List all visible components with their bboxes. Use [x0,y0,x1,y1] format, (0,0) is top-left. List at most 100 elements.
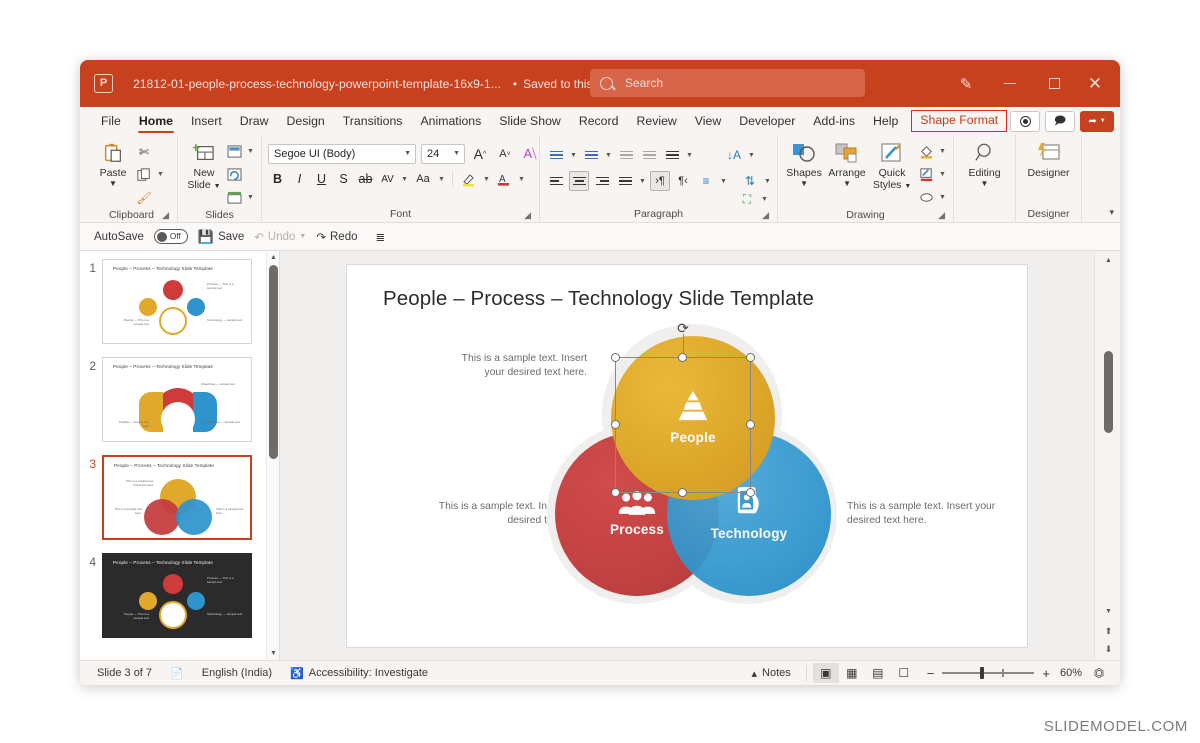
chevron-down-icon[interactable]: ▼ [719,178,728,185]
next-slide-button[interactable]: ⬇ [1102,642,1115,656]
zoom-level[interactable]: 60% [1060,667,1082,679]
ltr-text-direction-icon[interactable]: ¶‹ [673,171,693,191]
zoom-slider-knob[interactable] [980,667,984,679]
increase-indent-icon[interactable] [639,145,659,165]
accessibility-button[interactable]: ♿ Accessibility: Investigate [281,667,437,680]
thumbnail-slide-2[interactable]: 2 People – Process – Technology Slide Te… [80,357,266,442]
slide-canvas-area[interactable]: People – Process – Technology Slide Temp… [280,251,1094,660]
thumbnail-slide-4[interactable]: 4 People – Process – Technology Slide Te… [80,553,266,638]
tab-shape-format[interactable]: Shape Format [911,110,1007,132]
tab-animations[interactable]: Animations [411,107,490,135]
tab-add-ins[interactable]: Add-ins [804,107,864,135]
editing-button[interactable]: Editing ▼ [960,139,1009,188]
zoom-slider[interactable] [942,672,1034,674]
rotate-icon[interactable]: ⟳ [677,320,689,337]
tab-home[interactable]: Home [130,107,182,135]
scrollbar-thumb[interactable] [1104,351,1113,433]
scroll-up-arrow[interactable]: ▲ [1102,253,1115,267]
tab-view[interactable]: View [686,107,730,135]
chevron-down-icon[interactable]: ▼ [156,171,165,178]
dialog-launcher-drawing[interactable]: ◢ [938,208,945,222]
chevron-down-icon[interactable]: ▼ [763,178,772,185]
selection-handle-middle-right[interactable] [746,420,755,429]
bold-button[interactable]: B [268,172,287,186]
section-icon[interactable] [224,188,244,208]
shape-outline-icon[interactable] [916,165,936,185]
thumbnail-slide-1[interactable]: 1 People – Process – Technology Slide Te… [80,259,266,344]
tab-draw[interactable]: Draw [231,107,278,135]
thumbnail-slide-3[interactable]: 3 People – Process – Technology Slide Te… [80,455,266,540]
thumbnail-preview[interactable]: People – Process – Technology Slide Temp… [102,455,252,540]
more-commands-icon[interactable]: ≣ [376,230,386,244]
slide-count[interactable]: Slide 3 of 7 [88,667,161,679]
tab-design[interactable]: Design [277,107,333,135]
undo-button[interactable]: ↶ Undo ▼ [254,230,306,244]
align-text-icon[interactable]: ⇅ [740,171,760,191]
chevron-down-icon[interactable]: ▼ [747,152,756,159]
increase-font-size-button[interactable]: A^ [470,144,490,164]
tab-file[interactable]: File [92,107,130,135]
reset-icon[interactable] [224,165,244,185]
search-box[interactable]: Search [590,69,865,97]
record-button[interactable] [1010,111,1040,132]
chevron-down-icon[interactable]: ▼ [517,176,526,183]
close-button[interactable]: ✕ [1076,60,1120,107]
clear-formatting-icon[interactable]: A⧹ [520,144,540,164]
new-slide-button[interactable]: New Slide ▼ [184,139,224,193]
canvas-scrollbar[interactable]: ▲ ▼ ⬆ ⬇ [1094,251,1120,660]
redo-button[interactable]: ↷ Redo [316,230,357,244]
convert-to-smartart-icon[interactable]: ⛶ [737,189,757,209]
tab-developer[interactable]: Developer [730,107,804,135]
chevron-down-icon[interactable]: ▼ [400,176,409,183]
text-shadow-button[interactable]: S [334,172,353,186]
chevron-down-icon[interactable]: ▼ [685,152,694,159]
previous-slide-button[interactable]: ⬆ [1102,624,1115,638]
justify-icon[interactable] [615,171,635,191]
selection-handle-bottom-right[interactable] [746,488,755,497]
chevron-down-icon[interactable]: ▼ [760,196,769,203]
copy-icon[interactable] [134,165,154,185]
dialog-launcher-clipboard[interactable]: ◢ [162,208,169,222]
italic-button[interactable]: I [290,172,309,186]
reading-view-icon[interactable]: ▤ [865,663,891,683]
thumbnail-pane-scrollbar[interactable]: ▲ ▼ [266,251,279,660]
chevron-down-icon[interactable]: ▼ [453,145,460,163]
zoom-out-button[interactable]: − [927,666,935,681]
change-case-icon[interactable]: Aa [412,173,434,185]
selection-handle-top-center[interactable] [678,353,687,362]
zoom-in-button[interactable]: + [1042,666,1050,681]
selection-handle-top-right[interactable] [746,353,755,362]
paste-button[interactable]: Paste ▼ [92,139,134,188]
shape-selection-box[interactable]: ⟳ [615,357,751,493]
shape-fill-icon[interactable] [916,142,936,162]
cut-icon[interactable]: ✄ [134,142,154,162]
autosave-toggle[interactable]: Off [154,229,188,244]
quick-styles-button[interactable]: Quick Styles ▼ [870,139,914,193]
slide-canvas[interactable]: People – Process – Technology Slide Temp… [347,265,1027,647]
chevron-down-icon[interactable]: ▼ [437,176,446,183]
chevron-down-icon[interactable]: ▼ [938,171,947,178]
chevron-down-icon[interactable]: ▼ [299,233,306,240]
columns-icon[interactable]: ≡ [696,171,716,191]
font-size-input[interactable]: 24 ▼ [421,144,465,164]
dialog-launcher-paragraph[interactable]: ◢ [762,208,769,222]
thumbnail-preview[interactable]: People – Process – Technology Slide Temp… [102,553,252,638]
slideshow-icon[interactable]: ☐ [891,663,917,683]
text-direction-icon[interactable]: ↓A [724,145,744,165]
minimize-button[interactable] [988,60,1032,107]
align-right-icon[interactable] [592,171,612,191]
chevron-down-icon[interactable]: ▼ [404,145,411,163]
pen-icon[interactable]: ✎ [944,60,988,107]
tab-transitions[interactable]: Transitions [334,107,412,135]
slide-title[interactable]: People – Process – Technology Slide Temp… [383,287,814,311]
arrange-button[interactable]: Arrange ▼ [826,139,868,188]
scroll-down-arrow[interactable]: ▼ [1102,604,1115,618]
language-button[interactable]: English (India) [193,667,281,679]
selection-handle-middle-left[interactable] [611,420,620,429]
normal-view-icon[interactable]: ▣ [813,663,839,683]
comments-button[interactable]: 🗩 [1045,111,1075,132]
slide-sorter-icon[interactable]: ▦ [839,663,865,683]
chevron-down-icon[interactable]: ▼ [638,178,647,185]
spellcheck-icon[interactable]: 📄 [161,667,193,680]
bullets-icon[interactable] [546,145,566,165]
